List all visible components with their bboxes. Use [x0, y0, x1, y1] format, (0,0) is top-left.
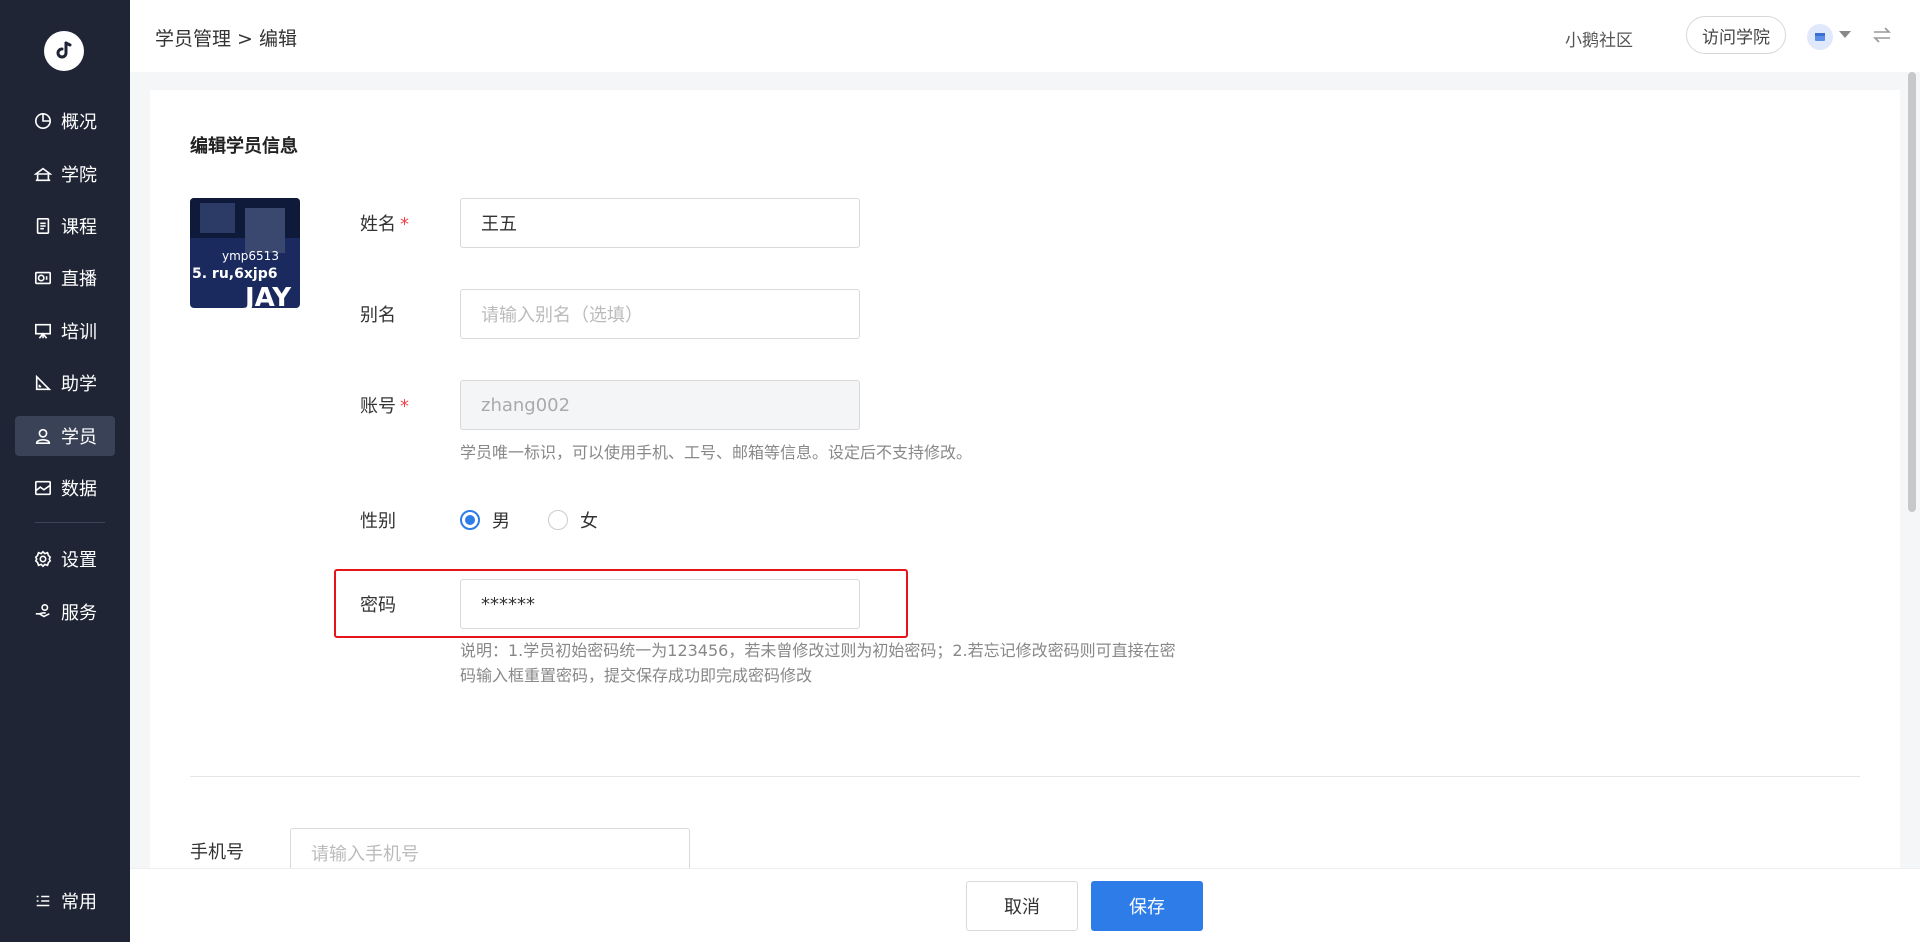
footer-actions: 取消 保存 [130, 868, 1920, 942]
password-help-line2: 码输入框重置密码，提交保存成功即完成密码修改 [460, 666, 813, 685]
account-label: 账号 * [360, 396, 409, 417]
section-title: 编辑学员信息 [190, 136, 298, 157]
sidebar-item-training[interactable]: 培训 [15, 311, 115, 351]
pie-chart-icon [33, 111, 53, 131]
sidebar-item-label: 服务 [61, 603, 97, 624]
avatar-text-2: 5. ru,6xjp6 [192, 266, 277, 282]
radio-label: 男 [492, 511, 510, 532]
sidebar-item-label: 常用 [61, 892, 97, 913]
sidebar-item-service[interactable]: 服务 [15, 592, 115, 632]
account-help-text: 学员唯一标识，可以使用手机、工号、邮箱等信息。设定后不支持修改。 [460, 443, 973, 462]
scrollbar[interactable] [1908, 72, 1916, 512]
sidebar-item-students[interactable]: 学员 [15, 416, 115, 456]
save-button[interactable]: 保存 [1091, 881, 1203, 931]
chevron-down-icon[interactable] [1839, 31, 1851, 38]
gear-icon [33, 549, 53, 569]
ruler-icon [33, 373, 53, 393]
image-chart-icon [33, 478, 53, 498]
radio-circle [460, 510, 480, 530]
sidebar-item-assist[interactable]: 助学 [15, 363, 115, 403]
switch-icon[interactable] [1871, 24, 1893, 46]
sidebar-item-common[interactable]: 常用 [15, 881, 115, 921]
sidebar-item-data[interactable]: 数据 [15, 468, 115, 508]
radio-circle [548, 510, 568, 530]
avatar-text-3: JAY [243, 283, 292, 308]
visit-academy-button[interactable]: 访问学院 [1686, 16, 1786, 54]
breadcrumb: 学员管理 > 编辑 [155, 28, 297, 50]
sidebar-divider [35, 522, 105, 523]
sidebar-item-live[interactable]: 直播 [15, 258, 115, 298]
sidebar-item-label: 学院 [61, 165, 97, 186]
camera-icon [33, 268, 53, 288]
phone-label: 手机号 [190, 842, 244, 863]
cancel-button[interactable]: 取消 [966, 881, 1078, 931]
sidebar-item-course[interactable]: 课程 [15, 206, 115, 246]
sidebar-item-label: 学员 [61, 427, 97, 448]
sidebar-item-label: 培训 [61, 322, 97, 343]
store-avatar-icon[interactable] [1807, 24, 1833, 50]
user-icon [33, 426, 53, 446]
sidebar-item-label: 直播 [61, 269, 97, 290]
sidebar-item-settings[interactable]: 设置 [15, 539, 115, 579]
gender-radio-female[interactable]: 女 [548, 507, 598, 533]
sidebar-item-label: 课程 [61, 217, 97, 238]
sidebar-item-label: 概况 [61, 112, 97, 133]
avatar[interactable]: ymp6513 5. ru,6xjp6 JAY [190, 198, 300, 308]
list-icon [33, 891, 53, 911]
password-label: 密码 [360, 595, 396, 616]
logo-icon [56, 41, 72, 59]
password-input[interactable]: ****** [460, 579, 860, 629]
service-hand-icon [33, 602, 53, 622]
top-header: 学员管理 > 编辑 小鹅社区 访问学院 [130, 0, 1920, 72]
presentation-icon [33, 321, 53, 341]
sidebar-item-label: 数据 [61, 479, 97, 500]
gender-radio-male[interactable]: 男 [460, 507, 510, 533]
document-icon [33, 216, 53, 236]
account-input: zhang002 [460, 380, 860, 430]
sidebar-item-label: 助学 [61, 374, 97, 395]
community-link[interactable]: 小鹅社区 [1565, 26, 1633, 51]
sidebar-item-overview[interactable]: 概况 [15, 101, 115, 141]
sidebar: 概况 学院 课程 直播 培训 助学 学员 数据 设置 服务 常用 [0, 0, 130, 942]
edit-student-panel: 编辑学员信息 ymp6513 5. ru,6xjp6 JAY 姓名 * 王五 别名… [150, 90, 1900, 942]
gender-label: 性别 [360, 511, 396, 532]
avatar-text-1: ymp6513 [222, 249, 279, 263]
name-input[interactable]: 王五 [460, 198, 860, 248]
alias-label: 别名 [360, 305, 396, 326]
name-label: 姓名 * [360, 214, 409, 235]
alias-input[interactable]: 请输入别名（选填） [460, 289, 860, 339]
sidebar-item-label: 设置 [61, 550, 97, 571]
logo[interactable] [44, 31, 84, 71]
section-divider [190, 776, 1860, 777]
sidebar-item-academy[interactable]: 学院 [15, 154, 115, 194]
radio-label: 女 [580, 511, 598, 532]
password-help-line1: 说明：1.学员初始密码统一为123456，若未曾修改过则为初始密码；2.若忘记修… [460, 641, 1176, 660]
academy-icon [33, 164, 53, 184]
